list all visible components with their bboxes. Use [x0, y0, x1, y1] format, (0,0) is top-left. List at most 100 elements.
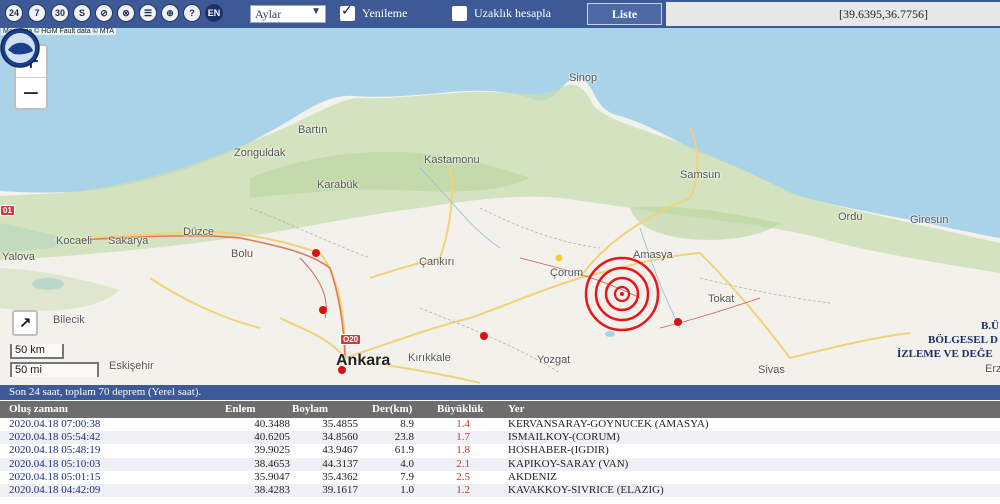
place-label: Karabük — [317, 179, 358, 191]
cell-lat: 39.9025 — [254, 444, 290, 457]
map-canvas — [0, 28, 1000, 384]
highway-shield: O20 — [340, 334, 362, 345]
scale-km: 50 km — [10, 344, 64, 359]
cell-location: ISMAILKOY-(CORUM) — [508, 431, 620, 444]
cell-time: 2020.04.18 05:10:03 — [9, 457, 101, 470]
crosshair-icon[interactable]: ⊕ — [162, 5, 178, 21]
cell-magnitude: 2.5 — [456, 470, 470, 483]
column-header-depth[interactable]: Der(km) — [372, 401, 428, 418]
30-days-button[interactable]: 30 — [52, 5, 68, 21]
place-label: Bartın — [298, 124, 328, 136]
table-header-row: Oluş zamanı Enlem Boylam Der(km) Büyüklü… — [0, 401, 1000, 418]
zoom-out-button[interactable]: − — [16, 78, 46, 109]
top-toolbar: 24 7 30 S ⊘ ⊗ ☰ ⊕ ? EN Aylar ▼ Yenileme … — [0, 0, 1000, 28]
list-view-icon[interactable]: ☰ — [140, 5, 156, 21]
place-label: Ordu — [838, 211, 863, 223]
cell-magnitude: 1.8 — [456, 444, 470, 457]
coordinates-readout: [39.6395,36.7756] — [666, 2, 1000, 26]
place-label: Samsun — [680, 169, 721, 181]
list-summary: Son 24 saat, toplam 70 deprem (Yerel saa… — [0, 385, 1000, 400]
dropdown-arrow-icon: ▼ — [311, 6, 321, 17]
place-label: Sakarya — [108, 235, 149, 247]
map-view[interactable]: Map data © HGM Fault data © MTA + − ↗ 50… — [0, 28, 1000, 385]
period-select[interactable]: Aylar ▼ — [250, 5, 326, 23]
cell-time: 2020.04.18 05:54:42 — [9, 431, 101, 444]
column-header-lat[interactable]: Enlem — [225, 401, 293, 418]
distance-checkbox[interactable] — [452, 6, 467, 21]
cell-depth: 7.9 — [400, 470, 414, 483]
cell-lon: 44.3137 — [322, 457, 358, 470]
no-signal-icon[interactable]: ⊗ — [118, 5, 134, 21]
cell-lon: 39.1617 — [322, 483, 358, 496]
24-hours-button[interactable]: 24 — [6, 5, 22, 21]
place-label: Tokat — [708, 293, 735, 305]
place-label: Yalova — [2, 251, 35, 263]
column-header-magnitude[interactable]: Büyüklük — [437, 401, 483, 418]
compass-icon[interactable]: ⊘ — [96, 5, 112, 21]
cell-lat: 38.4653 — [254, 457, 290, 470]
table-row[interactable]: 2020.04.18 05:01:15 35.9047 35.4362 7.9 … — [0, 470, 1000, 484]
table-row[interactable]: 2020.04.18 04:42:09 38.4283 39.1617 1.0 … — [0, 483, 1000, 498]
place-label: Kastamonu — [424, 154, 480, 166]
column-header-location[interactable]: Yer — [508, 401, 525, 418]
7-days-button[interactable]: 7 — [29, 5, 45, 21]
cell-depth: 8.9 — [400, 418, 414, 430]
cell-depth: 1.0 — [400, 483, 414, 496]
place-label: Eskişehir — [109, 360, 154, 372]
cell-depth: 23.8 — [394, 431, 414, 444]
cell-lon: 35.4362 — [322, 470, 358, 483]
distance-label: Uzaklık hesapla — [474, 6, 551, 20]
place-label: Çankırı — [419, 256, 455, 268]
cell-magnitude: 1.4 — [456, 418, 470, 430]
place-label: Kocaeli — [56, 235, 93, 247]
list-button[interactable]: Liste — [587, 3, 662, 25]
cell-location: AKDENIZ — [508, 470, 557, 483]
place-label: Yozgat — [537, 354, 571, 366]
cell-time: 2020.04.18 05:01:15 — [9, 470, 101, 483]
table-row[interactable]: 2020.04.18 07:00:38 40.3488 35.4855 8.9 … — [0, 418, 1000, 432]
cell-lon: 35.4855 — [322, 418, 358, 430]
column-header-time[interactable]: Oluş zamanı — [9, 401, 68, 418]
period-select-value: Aylar — [255, 7, 282, 21]
cell-time: 2020.04.18 05:48:19 — [9, 444, 101, 457]
place-label-capital: Ankara — [336, 352, 391, 369]
column-header-lon[interactable]: Boylam — [292, 401, 360, 418]
coordinates-text: [39.6395,36.7756] — [839, 6, 928, 21]
cell-location: HOSHABER-(IGDIR) — [508, 444, 609, 457]
institution-name-line1: B.Ü — [981, 320, 1000, 332]
place-label: Giresun — [910, 214, 949, 226]
highway-shield: 01 — [0, 205, 15, 216]
cell-lat: 40.3488 — [254, 418, 290, 430]
cell-location: KAPIKOY-SARAY (VAN) — [508, 457, 629, 470]
place-label: Zonguldak — [234, 147, 286, 159]
s-button[interactable]: S — [74, 5, 90, 21]
institution-logo — [0, 28, 40, 68]
place-label: Kırıkkale — [408, 352, 451, 364]
institution-name-line2: BÖLGESEL D — [928, 334, 999, 346]
earthquake-table: Oluş zamanı Enlem Boylam Der(km) Büyüklü… — [0, 401, 1000, 498]
scale-mi: 50 mi — [10, 362, 99, 377]
place-label: Erz — [985, 363, 1000, 375]
table-row[interactable]: 2020.04.18 05:54:42 40.6205 34.8560 23.8… — [0, 431, 1000, 445]
table-row[interactable]: 2020.04.18 05:10:03 38.4653 44.3137 4.0 … — [0, 457, 1000, 471]
table-row[interactable]: 2020.04.18 05:48:19 39.9025 43.9467 61.9… — [0, 444, 1000, 458]
cell-lon: 34.8560 — [322, 431, 358, 444]
cell-lon: 43.9467 — [322, 444, 358, 457]
place-label: Sivas — [758, 364, 785, 376]
refresh-checkbox[interactable] — [340, 3, 355, 21]
cell-location: KAVAKKOY-SIVRICE (ELAZIG) — [508, 483, 664, 496]
institution-name-line3: İZLEME VE DEĞE — [897, 348, 993, 360]
place-label: Çorum — [550, 267, 584, 279]
cell-time: 2020.04.18 07:00:38 — [9, 418, 101, 430]
help-icon[interactable]: ? — [184, 5, 200, 21]
language-en-button[interactable]: EN — [206, 5, 222, 21]
place-label: Amasya — [633, 249, 673, 261]
cell-time: 2020.04.18 04:42:09 — [9, 483, 101, 496]
place-label: Düzce — [183, 226, 215, 238]
fullscreen-icon[interactable]: ↗ — [12, 310, 38, 336]
cell-lat: 38.4283 — [254, 483, 290, 496]
refresh-label: Yenileme — [362, 6, 408, 20]
place-label: Bilecik — [53, 314, 85, 326]
cell-magnitude: 2.1 — [456, 457, 470, 470]
cell-magnitude: 1.2 — [456, 483, 470, 496]
